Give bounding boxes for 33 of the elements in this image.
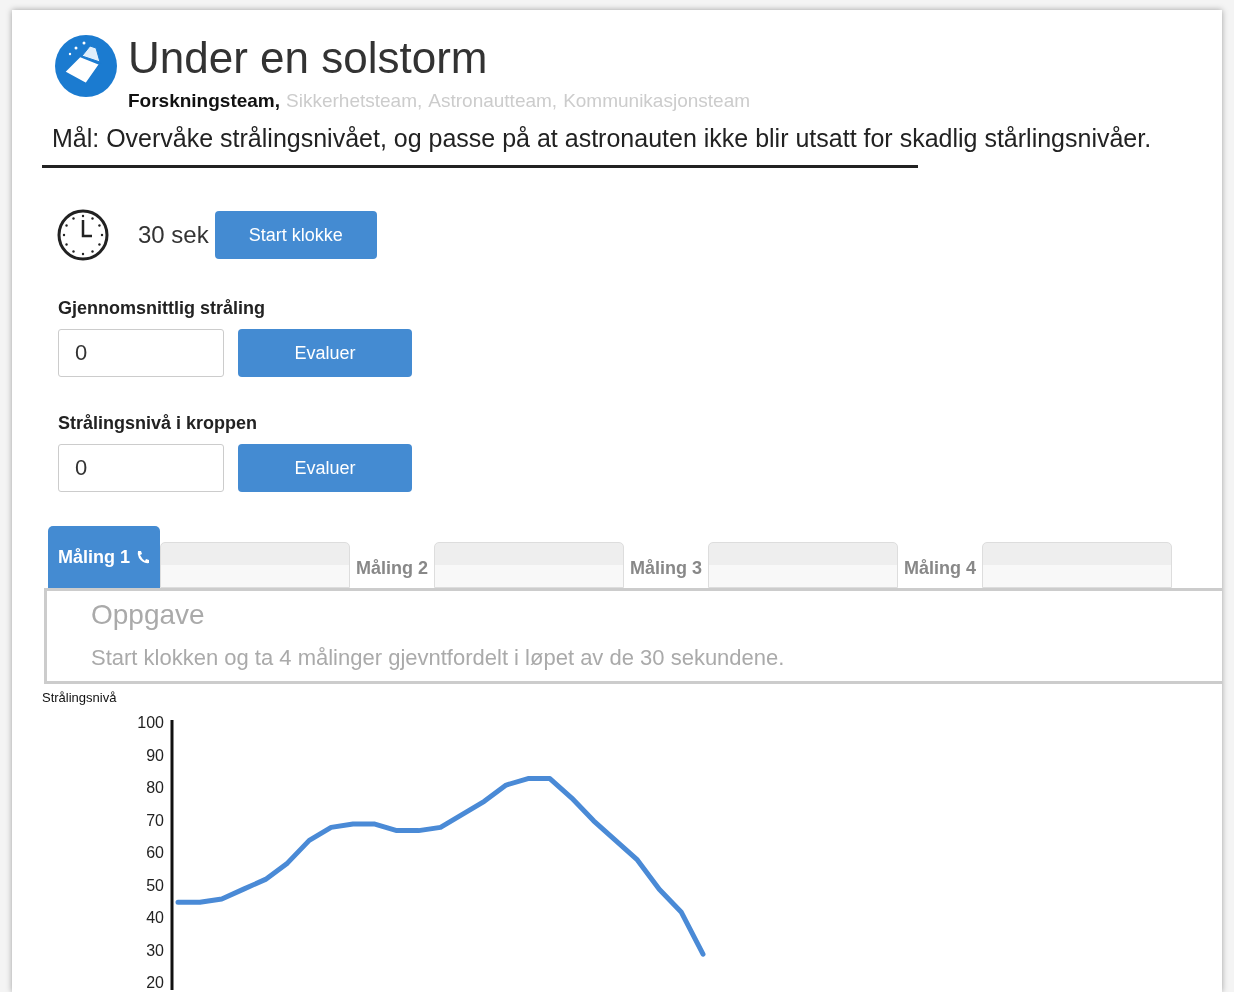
input-field[interactable]: 0 [58, 444, 224, 492]
tick-label: 30 [146, 941, 164, 959]
tick-label: 100 [137, 714, 164, 731]
field-label: Gjennomsnittlig stråling [58, 298, 266, 319]
measurement-tab[interactable]: Måling 1 [48, 526, 160, 588]
evaluate-button[interactable]: Evaluer [238, 329, 412, 377]
input-field[interactable]: 0 [58, 329, 224, 377]
clock-icon [56, 208, 110, 262]
measurement-field[interactable] [160, 542, 350, 588]
tick-label: 70 [146, 811, 164, 829]
team-name: Forskningsteam, [128, 90, 281, 112]
task-text: Start klokken og ta 4 målinger gjevntfordelt i løpet av de 30 sekundene. [91, 645, 786, 671]
task-title: Oppgave [91, 599, 206, 631]
measurement-field[interactable] [982, 542, 1173, 588]
measurement-tab[interactable]: Måling 2 [350, 548, 435, 588]
tick-label: 60 [146, 844, 164, 862]
start-clock-button[interactable]: Start klokke [214, 211, 377, 259]
evaluate-button[interactable]: Evaluer [238, 444, 412, 492]
measurement-field[interactable] [708, 542, 899, 588]
tick-label: 80 [146, 779, 164, 797]
measurement-field[interactable] [434, 542, 625, 588]
goal-text: Mål: Overvåke strålingsnivået, og passe på at astronauten ikke blir utsatt for skadlig stårlingsnivåer. [52, 124, 1153, 153]
axis-title: Strålingsnivå [42, 690, 117, 705]
measurement-tab[interactable]: Måling 4 [898, 548, 983, 588]
tick-label: 20 [146, 974, 164, 990]
field-label: Strålingsnivå i kroppen [58, 413, 259, 434]
tick-label: 40 [146, 909, 164, 927]
timer-text: 30 sek [138, 221, 209, 249]
tick-label: 90 [146, 746, 164, 764]
page-title: Under en solstorm [128, 34, 489, 82]
measurement-tab[interactable]: Måling 3 [624, 548, 709, 588]
phone-icon [136, 549, 150, 565]
tick-label: 50 [146, 876, 164, 894]
